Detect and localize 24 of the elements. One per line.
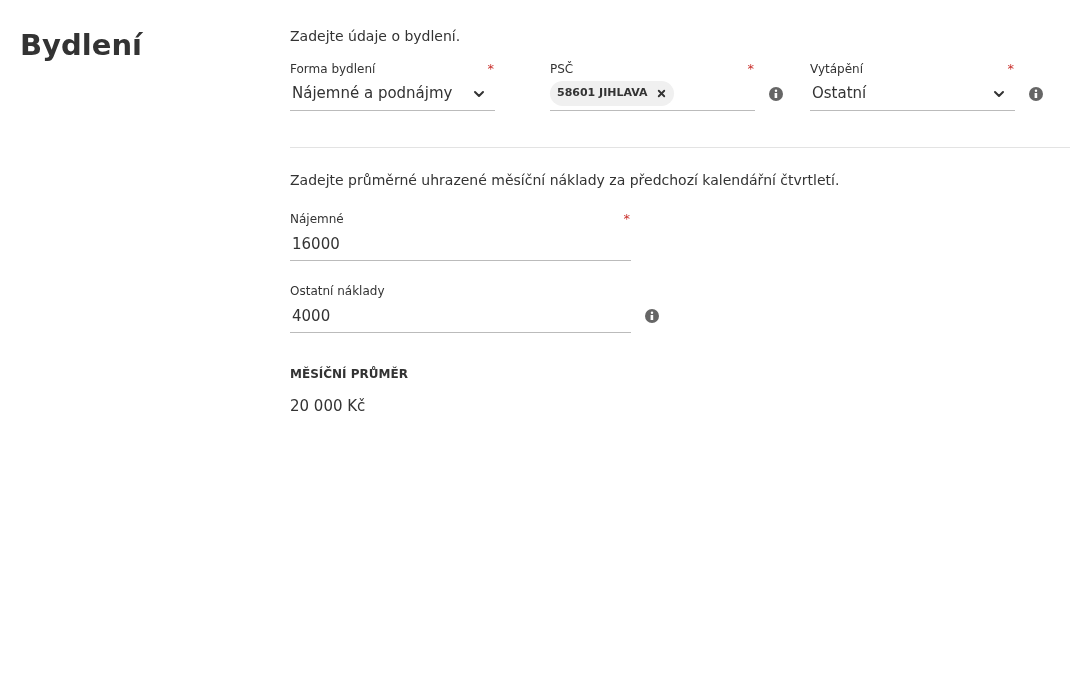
info-icon[interactable] — [769, 87, 783, 101]
postcode-chip: 58601 JIHLAVA — [550, 81, 674, 106]
input-field[interactable]: 16000 — [290, 227, 631, 261]
input-field[interactable]: 4000 — [290, 299, 631, 333]
section-intro: Zadejte údaje o bydlení. — [290, 27, 462, 46]
field-label: Ostatní náklady — [290, 283, 385, 300]
summary-value: 20 000 Kč — [290, 396, 367, 417]
required-asterisk: * — [1007, 60, 1014, 79]
remove-icon[interactable] — [655, 88, 667, 99]
summary-label: MĚSÍČNÍ PRŮMĚR — [290, 365, 409, 383]
page-title: Bydlení — [20, 27, 144, 64]
select-field[interactable]: Nájemné a podnájmy — [290, 77, 495, 111]
section-intro: Zadejte průměrné uhrazené měsíční náklady za předchozí kalendářní čtvrtletí. — [290, 171, 841, 190]
required-asterisk: * — [623, 210, 630, 229]
info-icon[interactable] — [645, 309, 659, 323]
field-label: Vytápění — [810, 61, 863, 78]
field-label: Forma bydlení — [290, 61, 376, 78]
required-asterisk: * — [747, 60, 754, 79]
field-label: Nájemné — [290, 211, 344, 228]
info-icon[interactable] — [1029, 87, 1043, 101]
postcode-field[interactable]: 58601 JIHLAVA — [550, 77, 755, 111]
required-asterisk: * — [487, 60, 494, 79]
select-field[interactable]: Ostatní — [810, 77, 1015, 111]
field-label: PSČ — [550, 60, 574, 78]
